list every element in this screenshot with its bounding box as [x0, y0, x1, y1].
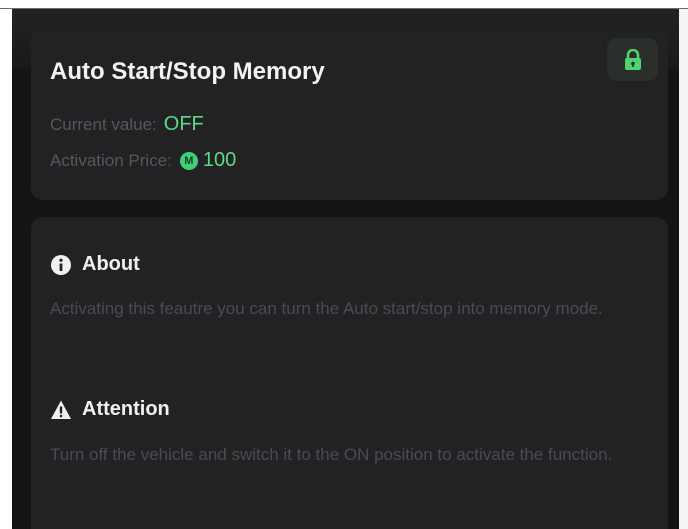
activation-price-value: 100	[202, 149, 237, 171]
attention-text: Turn off the vehicle and switch it to th…	[50, 445, 613, 464]
about-text: Activating this feautre you can turn the…	[50, 299, 603, 318]
coin-icon: M	[179, 151, 198, 170]
activation-price-row: Activation Price: M 100	[50, 149, 236, 172]
info-icon	[51, 254, 71, 275]
warning-icon	[51, 400, 71, 419]
right-edge	[679, 9, 688, 529]
lock-icon	[624, 48, 641, 70]
about-heading-label: About	[82, 253, 140, 275]
feature-title: Auto Start/Stop Memory	[50, 58, 325, 85]
screenshot-frame: Auto Start/Stop Memory Current value: OF…	[0, 0, 688, 529]
current-value-label: Current value:	[50, 114, 157, 134]
current-value: OFF	[163, 113, 204, 135]
attention-heading-label: Attention	[82, 398, 170, 420]
lock-button[interactable]	[607, 38, 658, 81]
activation-price-label: Activation Price:	[50, 150, 172, 170]
current-value-row: Current value: OFF	[50, 113, 204, 136]
attention-heading: Attention	[50, 398, 170, 421]
app-screen: Auto Start/Stop Memory Current value: OF…	[12, 9, 679, 529]
about-heading: About	[50, 253, 140, 276]
